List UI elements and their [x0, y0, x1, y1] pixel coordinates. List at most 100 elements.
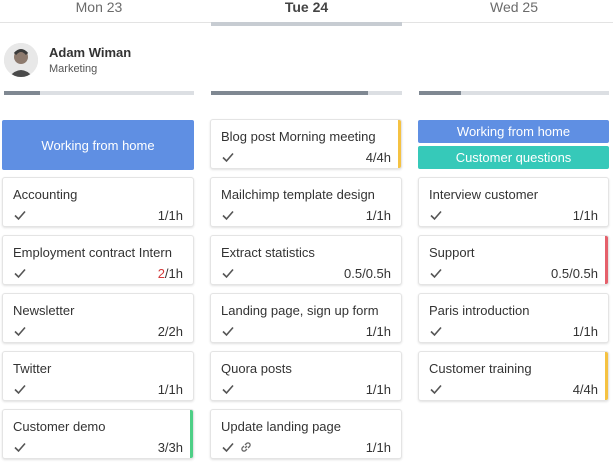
- checkmark-icon[interactable]: [13, 266, 27, 280]
- task-card[interactable]: Interview customer 1/1h: [418, 177, 609, 227]
- task-title: Update landing page: [221, 419, 341, 434]
- task-card[interactable]: Landing page, sign up form 1/1h: [210, 293, 402, 343]
- task-hours-planned: /4h: [372, 150, 391, 165]
- task-hours-logged: 0.5: [344, 266, 363, 281]
- task-hours: 0.5/0.5h: [344, 266, 391, 281]
- task-hours-logged: 4: [365, 150, 373, 165]
- task-hours: 1/1h: [366, 208, 391, 223]
- task-card[interactable]: Mailchimp template design 1/1h: [210, 177, 402, 227]
- checkmark-icon[interactable]: [429, 324, 443, 338]
- task-hours-planned: /2h: [164, 324, 183, 339]
- task-title: Quora posts: [221, 361, 292, 376]
- checkmark-icon[interactable]: [13, 382, 27, 396]
- task-title: Support: [429, 245, 475, 260]
- task-card[interactable]: Update landing page 1/1h: [210, 409, 402, 459]
- task-color-marker: [605, 352, 608, 400]
- checkmark-icon[interactable]: [221, 150, 235, 164]
- task-hours-logged: 1: [157, 382, 165, 397]
- checkmark-icon[interactable]: [13, 440, 27, 454]
- task-hours-logged: 1: [572, 208, 580, 223]
- task-card[interactable]: Quora posts 1/1h: [210, 351, 402, 401]
- task-hours-planned: /1h: [164, 208, 183, 223]
- task-hours-logged: 1: [365, 324, 373, 339]
- task-hours: 2/2h: [158, 324, 183, 339]
- task-hours-logged: 1: [365, 208, 373, 223]
- task-hours-planned: /1h: [164, 266, 183, 281]
- task-title: Customer demo: [13, 419, 106, 434]
- task-card[interactable]: Accounting 1/1h: [2, 177, 194, 227]
- task-hours: 1/1h: [366, 440, 391, 455]
- task-card[interactable]: Extract statistics 0.5/0.5h: [210, 235, 402, 285]
- task-hours-logged: 4: [572, 382, 580, 397]
- task-hours-logged: 3: [157, 440, 165, 455]
- day-header-wed[interactable]: Wed 25: [419, 0, 609, 15]
- task-hours-logged: 1: [365, 382, 373, 397]
- task-title: Extract statistics: [221, 245, 315, 260]
- task-hours-logged: 2: [157, 324, 165, 339]
- task-hours-logged: 1: [572, 324, 580, 339]
- day-header-mon[interactable]: Mon 23: [4, 0, 194, 15]
- task-title: Twitter: [13, 361, 52, 376]
- checkmark-icon[interactable]: [429, 208, 443, 222]
- task-hours-planned: /4h: [579, 382, 598, 397]
- task-hours: 3/3h: [158, 440, 183, 455]
- task-hours-planned: /1h: [372, 382, 391, 397]
- checkmark-icon[interactable]: [221, 324, 235, 338]
- task-hours-logged: 2: [157, 266, 165, 281]
- task-hours-planned: /1h: [372, 440, 391, 455]
- task-title: Employment contract Intern: [13, 245, 172, 260]
- banner-working-from-home[interactable]: Working from home: [418, 120, 609, 143]
- checkmark-icon[interactable]: [221, 440, 235, 454]
- task-card[interactable]: Twitter 1/1h: [2, 351, 194, 401]
- task-card[interactable]: Support 0.5/0.5h: [418, 235, 609, 285]
- task-card[interactable]: Customer demo 3/3h: [2, 409, 194, 459]
- task-card[interactable]: Paris introduction 1/1h: [418, 293, 609, 343]
- active-day-indicator: [211, 22, 402, 26]
- task-hours-planned: /1h: [372, 324, 391, 339]
- task-hours-planned: /0.5h: [569, 266, 598, 281]
- checkmark-icon[interactable]: [221, 382, 235, 396]
- task-hours-planned: /1h: [579, 324, 598, 339]
- user-department: Marketing: [49, 63, 98, 75]
- banner-working-from-home[interactable]: Working from home: [2, 120, 194, 170]
- checkmark-icon[interactable]: [221, 266, 235, 280]
- task-card[interactable]: Employment contract Intern 2/1h: [2, 235, 194, 285]
- task-card[interactable]: Newsletter 2/2h: [2, 293, 194, 343]
- task-hours-planned: /3h: [164, 440, 183, 455]
- task-color-marker: [190, 410, 193, 458]
- task-card[interactable]: Blog post Morning meeting 4/4h: [210, 119, 402, 169]
- task-hours: 1/1h: [158, 208, 183, 223]
- checkmark-icon[interactable]: [13, 324, 27, 338]
- task-hours: 4/4h: [573, 382, 598, 397]
- checkmark-icon[interactable]: [429, 266, 443, 280]
- task-card[interactable]: Customer training 4/4h: [418, 351, 609, 401]
- day-progress-fill: [419, 91, 461, 95]
- task-hours-planned: /1h: [372, 208, 391, 223]
- task-title: Interview customer: [429, 187, 539, 202]
- task-hours: 2/1h: [158, 266, 183, 281]
- day-progress-mon: [4, 91, 194, 95]
- day-progress-fill: [211, 91, 368, 95]
- task-hours-logged: 1: [157, 208, 165, 223]
- checkmark-icon[interactable]: [429, 382, 443, 396]
- task-title: Paris introduction: [429, 303, 530, 318]
- banner-customer-questions[interactable]: Customer questions: [418, 146, 609, 169]
- task-hours: 4/4h: [366, 150, 391, 165]
- task-hours: 0.5/0.5h: [551, 266, 598, 281]
- task-title: Mailchimp template design: [221, 187, 375, 202]
- task-hours-planned: /0.5h: [362, 266, 391, 281]
- checkmark-icon[interactable]: [13, 208, 27, 222]
- user-name: Adam Wiman: [49, 45, 132, 60]
- user-info[interactable]: Adam Wiman Marketing: [4, 42, 131, 78]
- day-progress-tue: [211, 91, 402, 95]
- task-hours: 1/1h: [366, 382, 391, 397]
- task-hours-planned: /1h: [164, 382, 183, 397]
- task-hours: 1/1h: [573, 324, 598, 339]
- day-progress-wed: [419, 91, 609, 95]
- task-hours-logged: 1: [365, 440, 373, 455]
- checkmark-icon[interactable]: [221, 208, 235, 222]
- avatar: [4, 43, 38, 77]
- link-icon[interactable]: [239, 440, 253, 454]
- task-title: Accounting: [13, 187, 78, 202]
- day-header-tue[interactable]: Tue 24: [211, 0, 402, 15]
